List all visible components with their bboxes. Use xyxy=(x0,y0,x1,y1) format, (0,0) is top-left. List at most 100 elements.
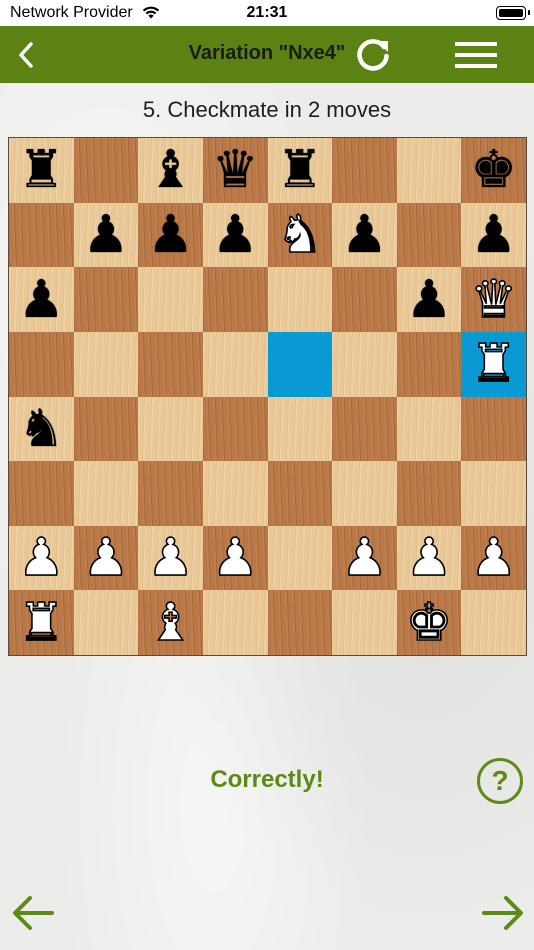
square-h8[interactable]: ♚ xyxy=(461,138,526,203)
square-h3[interactable] xyxy=(461,461,526,526)
square-b7[interactable]: ♟ xyxy=(73,202,139,268)
square-d3[interactable] xyxy=(202,461,268,526)
square-g2[interactable]: ♟ xyxy=(396,525,462,591)
black-pawn-icon[interactable]: ♟ xyxy=(470,209,517,261)
square-b1[interactable] xyxy=(73,590,139,655)
square-a3[interactable] xyxy=(9,461,74,526)
square-f5[interactable] xyxy=(332,331,397,397)
feedback-message: Correctly! xyxy=(210,766,324,793)
square-a8[interactable]: ♜ xyxy=(9,138,74,203)
square-d5[interactable] xyxy=(202,331,268,397)
square-f1[interactable] xyxy=(332,590,397,655)
menu-button[interactable] xyxy=(450,26,502,83)
square-e5[interactable] xyxy=(267,331,333,397)
square-e3[interactable] xyxy=(267,461,333,526)
previous-puzzle-button[interactable] xyxy=(10,890,56,936)
white-queen-icon[interactable]: ♛ xyxy=(470,273,518,327)
black-bishop-icon[interactable]: ♝ xyxy=(147,144,194,196)
white-pawn-icon[interactable]: ♟ xyxy=(82,531,130,585)
square-c8[interactable]: ♝ xyxy=(138,138,203,203)
square-e8[interactable]: ♜ xyxy=(267,138,333,203)
black-rook-icon[interactable]: ♜ xyxy=(18,144,65,196)
square-d1[interactable] xyxy=(202,590,268,655)
black-pawn-icon[interactable]: ♟ xyxy=(341,209,388,261)
next-puzzle-button[interactable] xyxy=(480,890,526,936)
square-c2[interactable]: ♟ xyxy=(138,525,203,591)
square-c4[interactable] xyxy=(138,396,203,462)
square-a4[interactable]: ♞ xyxy=(9,396,74,462)
white-knight-icon[interactable]: ♞ xyxy=(276,208,324,262)
black-pawn-icon[interactable]: ♟ xyxy=(18,274,65,326)
square-b2[interactable]: ♟ xyxy=(73,525,139,591)
square-a7[interactable] xyxy=(9,202,74,268)
square-e2[interactable] xyxy=(267,525,333,591)
square-g4[interactable] xyxy=(396,396,462,462)
square-b5[interactable] xyxy=(73,331,139,397)
black-rook-icon[interactable]: ♜ xyxy=(277,144,324,196)
square-h4[interactable] xyxy=(461,396,526,462)
square-b6[interactable] xyxy=(73,267,139,332)
square-h5[interactable]: ♜ xyxy=(461,331,526,397)
square-g7[interactable] xyxy=(396,202,462,268)
hamburger-menu-icon xyxy=(455,41,497,68)
square-c5[interactable] xyxy=(138,331,203,397)
square-g8[interactable] xyxy=(396,138,462,203)
help-button[interactable]: ? xyxy=(477,758,523,804)
square-h6[interactable]: ♛ xyxy=(461,267,526,332)
black-pawn-icon[interactable]: ♟ xyxy=(83,209,130,261)
square-a6[interactable]: ♟ xyxy=(9,267,74,332)
black-pawn-icon[interactable]: ♟ xyxy=(212,209,259,261)
square-e6[interactable] xyxy=(267,267,333,332)
square-f2[interactable]: ♟ xyxy=(332,525,397,591)
square-a5[interactable] xyxy=(9,331,74,397)
square-h7[interactable]: ♟ xyxy=(461,202,526,268)
black-king-icon[interactable]: ♚ xyxy=(470,144,517,196)
square-h1[interactable] xyxy=(461,590,526,655)
white-pawn-icon[interactable]: ♟ xyxy=(340,531,388,585)
square-b8[interactable] xyxy=(73,138,139,203)
square-d6[interactable] xyxy=(202,267,268,332)
square-f7[interactable]: ♟ xyxy=(332,202,397,268)
white-pawn-icon[interactable]: ♟ xyxy=(405,531,453,585)
square-d8[interactable]: ♛ xyxy=(202,138,268,203)
white-pawn-icon[interactable]: ♟ xyxy=(17,531,65,585)
square-g5[interactable] xyxy=(396,331,462,397)
square-f8[interactable] xyxy=(332,138,397,203)
help-circle-icon: ? xyxy=(491,765,509,796)
white-rook-icon[interactable]: ♜ xyxy=(470,337,518,391)
square-f6[interactable] xyxy=(332,267,397,332)
white-pawn-icon[interactable]: ♟ xyxy=(146,531,194,585)
black-queen-icon[interactable]: ♛ xyxy=(212,144,259,196)
square-a2[interactable]: ♟ xyxy=(9,525,74,591)
white-king-icon[interactable]: ♚ xyxy=(405,596,453,650)
black-pawn-icon[interactable]: ♟ xyxy=(147,209,194,261)
square-g1[interactable]: ♚ xyxy=(396,590,462,655)
square-e4[interactable] xyxy=(267,396,333,462)
square-h2[interactable]: ♟ xyxy=(461,525,526,591)
square-f4[interactable] xyxy=(332,396,397,462)
white-pawn-icon[interactable]: ♟ xyxy=(470,531,518,585)
square-c7[interactable]: ♟ xyxy=(138,202,203,268)
square-d4[interactable] xyxy=(202,396,268,462)
square-g6[interactable]: ♟ xyxy=(396,267,462,332)
black-pawn-icon[interactable]: ♟ xyxy=(406,274,453,326)
square-e1[interactable] xyxy=(267,590,333,655)
square-e7[interactable]: ♞ xyxy=(267,202,333,268)
white-bishop-icon[interactable]: ♝ xyxy=(146,596,194,650)
black-knight-icon[interactable]: ♞ xyxy=(18,403,65,455)
square-c3[interactable] xyxy=(138,461,203,526)
square-d7[interactable]: ♟ xyxy=(202,202,268,268)
white-rook-icon[interactable]: ♜ xyxy=(17,596,65,650)
square-d2[interactable]: ♟ xyxy=(202,525,268,591)
square-b4[interactable] xyxy=(73,396,139,462)
square-b3[interactable] xyxy=(73,461,139,526)
square-g3[interactable] xyxy=(396,461,462,526)
restart-button[interactable] xyxy=(350,26,396,83)
chess-board[interactable]: ♜ ♝ ♛ ♜ ♚ ♟ ♟ ♟ ♞ ♟ ♟ ♟ ♟ ♛ ♜ ♞ ♟ ♟ ♟ ♟ ♟ ♟ ♟ ♜ ♝ ♚ xyxy=(8,137,527,656)
nav-bar: Variation "Nxe4" xyxy=(0,26,534,83)
white-pawn-icon[interactable]: ♟ xyxy=(211,531,259,585)
square-c6[interactable] xyxy=(138,267,203,332)
square-f3[interactable] xyxy=(332,461,397,526)
square-a1[interactable]: ♜ xyxy=(9,590,74,655)
square-c1[interactable]: ♝ xyxy=(138,590,203,655)
